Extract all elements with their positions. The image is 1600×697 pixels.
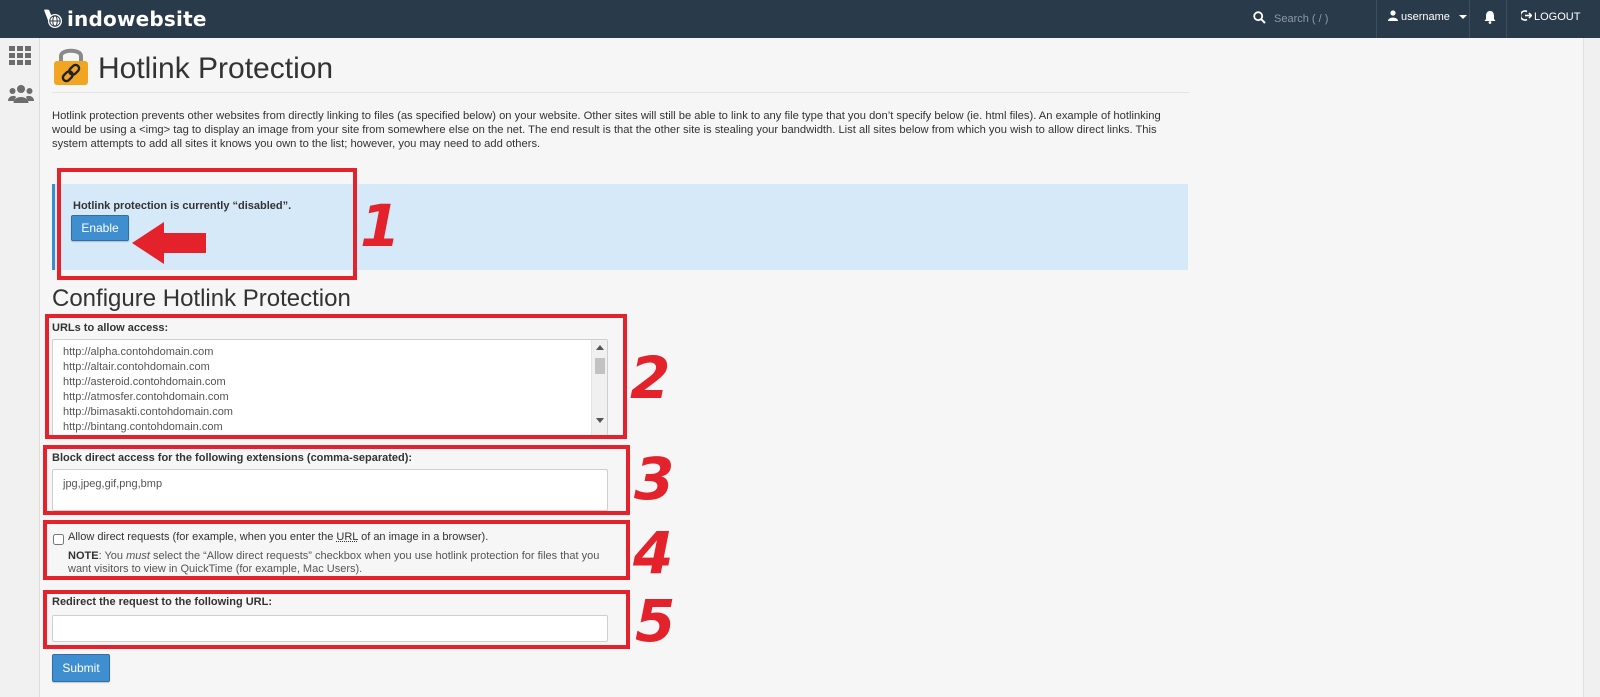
annotation-box-3 xyxy=(43,445,630,515)
search-bar[interactable] xyxy=(1253,9,1374,28)
submit-button[interactable]: Submit xyxy=(52,654,110,682)
users-group-icon[interactable] xyxy=(8,84,34,108)
top-navbar: indowebsite username xyxy=(0,0,1600,38)
red-arrow-icon xyxy=(130,220,208,270)
grid-icon[interactable] xyxy=(9,46,31,70)
annotation-number-1: 1 xyxy=(360,192,401,260)
annotation-number-2: 2 xyxy=(630,344,671,412)
search-input[interactable] xyxy=(1274,12,1374,25)
bell-icon[interactable] xyxy=(1484,9,1496,28)
navbar-divider xyxy=(1376,0,1377,38)
brand-logo[interactable]: indowebsite xyxy=(40,5,207,33)
search-icon[interactable] xyxy=(1253,9,1266,28)
chevron-down-icon xyxy=(1458,15,1467,19)
user-icon xyxy=(1388,10,1398,24)
logout-link[interactable]: LOGOUT xyxy=(1519,10,1581,24)
lock-link-icon xyxy=(53,47,89,89)
logout-label: LOGOUT xyxy=(1534,11,1581,23)
annotation-number-5: 5 xyxy=(635,587,676,655)
page-description: Hotlink protection prevents other websit… xyxy=(52,110,1161,150)
page-title: Hotlink Protection xyxy=(98,52,334,85)
user-menu[interactable]: username xyxy=(1388,10,1467,24)
title-divider xyxy=(52,92,1189,93)
logout-icon xyxy=(1519,10,1533,24)
annotation-box-4 xyxy=(43,520,630,580)
annotation-box-5 xyxy=(43,590,630,649)
annotation-number-3: 3 xyxy=(634,445,675,513)
cloud-globe-logo-icon xyxy=(40,7,64,31)
username-label: username xyxy=(1401,11,1450,23)
brand-name: indowebsite xyxy=(67,7,207,31)
navbar-divider xyxy=(1469,0,1470,38)
page-scrollbar[interactable] xyxy=(1583,38,1600,697)
annotation-box-2 xyxy=(45,314,627,439)
annotation-number-4: 4 xyxy=(633,519,674,587)
navbar-divider xyxy=(1506,0,1507,38)
configure-section-title: Configure Hotlink Protection xyxy=(52,285,351,312)
sidebar xyxy=(0,38,40,697)
